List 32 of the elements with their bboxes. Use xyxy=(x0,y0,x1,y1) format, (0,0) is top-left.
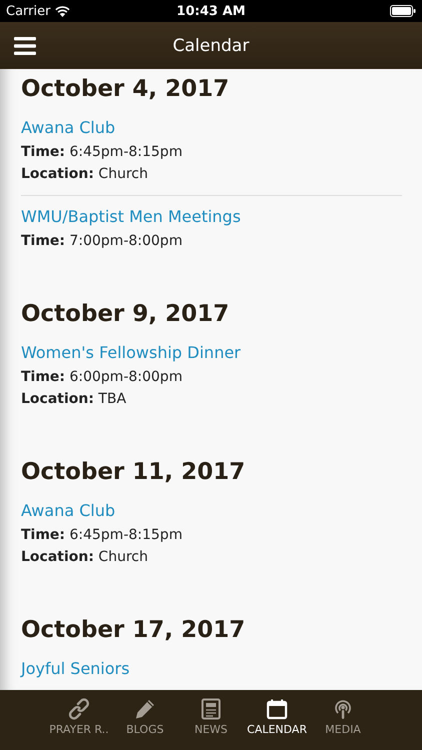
date-heading: October 11, 2017 xyxy=(21,458,246,487)
tab[interactable]: NEWS xyxy=(180,698,242,750)
pencil-icon xyxy=(134,698,156,720)
tab[interactable]: CALENDAR xyxy=(246,698,308,750)
date-heading: October 4, 2017 xyxy=(21,75,230,104)
date-heading: October 17, 2017 xyxy=(21,616,246,645)
event-link[interactable]: Joyful Seniors xyxy=(21,656,130,682)
battery-icon xyxy=(390,5,416,17)
page-title: Calendar xyxy=(172,36,250,56)
event-link[interactable]: Awana Club xyxy=(21,498,116,524)
event-detail: Time: 6:45pm-8:15pm xyxy=(21,143,184,162)
podcast-icon xyxy=(332,698,354,720)
event-detail: Time: 6:45pm-8:15pm xyxy=(21,526,184,545)
wifi-icon xyxy=(55,6,70,16)
event-detail: Location: Church xyxy=(21,165,149,184)
link-icon xyxy=(68,698,90,720)
tab[interactable]: PRAYER R.. xyxy=(48,698,110,750)
calendar-icon xyxy=(266,698,288,720)
event-link[interactable]: WMU/Baptist Men Meetings xyxy=(21,204,241,230)
event-link[interactable]: Awana Club xyxy=(21,115,116,141)
event-link[interactable]: Women's Fellowship Dinner xyxy=(21,340,241,366)
tab[interactable]: MEDIA xyxy=(312,698,374,750)
event-detail: Time: 6:00pm-8:00pm xyxy=(21,368,184,387)
tab[interactable]: BLOGS xyxy=(114,698,176,750)
menu-icon[interactable] xyxy=(14,36,36,54)
status-time: 10:43 AM xyxy=(176,4,246,18)
newspaper-icon xyxy=(201,698,221,720)
event-detail: Time: 7:00pm-8:00pm xyxy=(21,232,184,251)
carrier-label: Carrier xyxy=(6,4,50,18)
event-detail: Location: TBA xyxy=(21,390,128,409)
date-heading: October 9, 2017 xyxy=(21,300,230,329)
event-detail: Location: Church xyxy=(21,548,149,567)
